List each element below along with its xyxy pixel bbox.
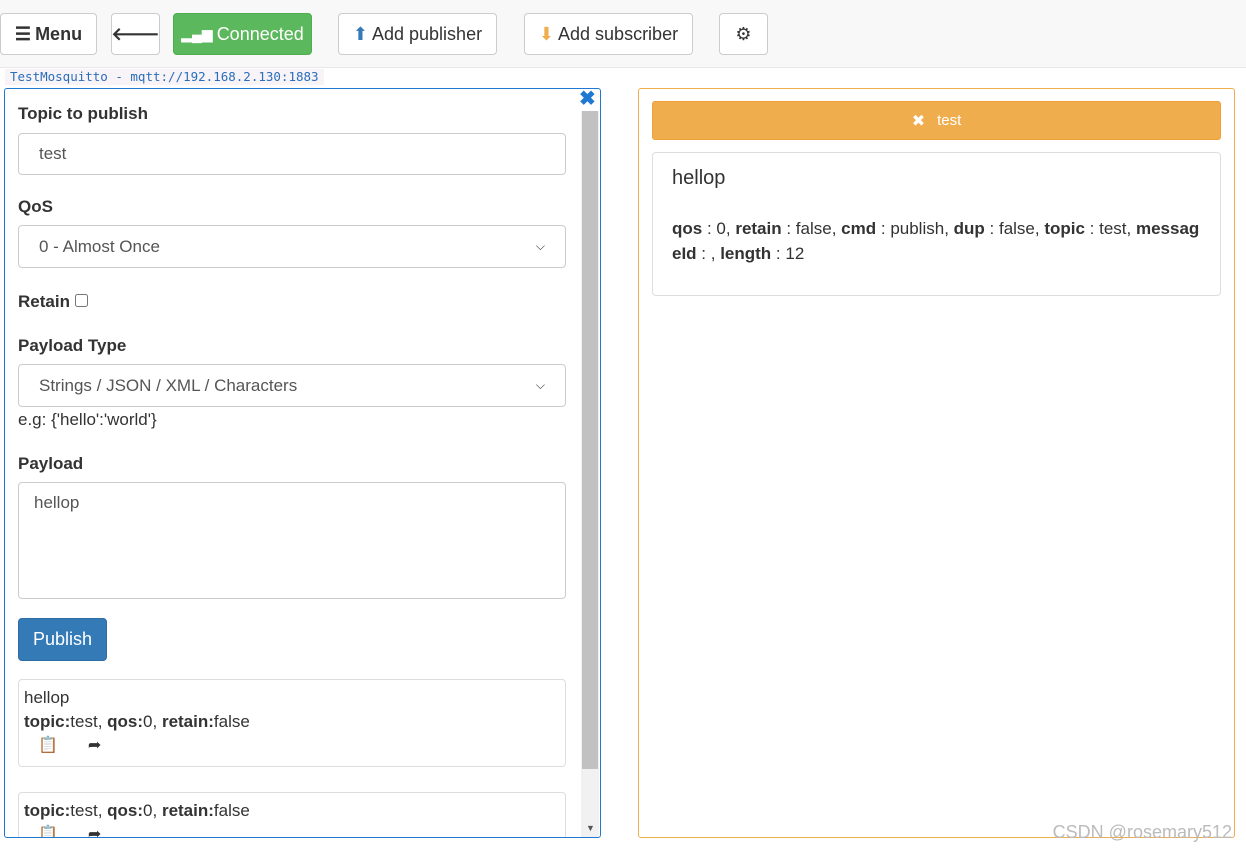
signal-icon: ▂▄▆ bbox=[181, 25, 213, 42]
back-button[interactable]: 🡐 bbox=[111, 13, 160, 55]
connected-button[interactable]: ▂▄▆ Connected bbox=[173, 13, 312, 55]
paste-icon[interactable]: 📋 bbox=[38, 823, 58, 837]
add-subscriber-button[interactable]: ⬇ Add subscriber bbox=[524, 13, 693, 55]
close-icon[interactable]: ✖ bbox=[912, 111, 925, 131]
payload-textarea[interactable]: hellop bbox=[18, 482, 566, 599]
payload-type-select[interactable]: Strings / JSON / XML / Characters ⌵ bbox=[18, 364, 566, 407]
add-publisher-button[interactable]: ⬆ Add publisher bbox=[338, 13, 497, 55]
qos-label: QoS bbox=[18, 197, 53, 216]
scrollbar[interactable]: ▼ bbox=[581, 111, 599, 837]
topic-label: Topic to publish bbox=[18, 104, 148, 123]
close-publisher-icon[interactable]: ✖ bbox=[579, 89, 596, 109]
connection-info: TestMosquitto - mqtt://192.168.2.130:188… bbox=[5, 69, 324, 85]
payload-example: e.g: {'hello':'world'} bbox=[18, 410, 157, 429]
gear-icon: ⚙ bbox=[735, 23, 752, 44]
watermark: CSDN @rosemary512 bbox=[1052, 822, 1232, 842]
qos-select[interactable]: 0 - Almost Once ⌵ bbox=[18, 225, 566, 268]
menu-button[interactable]: ☰ Menu bbox=[0, 13, 97, 55]
topic-input[interactable]: test bbox=[18, 133, 566, 175]
retain-checkbox[interactable] bbox=[74, 294, 88, 307]
arrow-left-icon: 🡐 bbox=[111, 23, 160, 44]
history-item: hellop topic:test, qos:0, retain:false 📋… bbox=[18, 679, 566, 767]
message-meta: qos : 0, retain : false, cmd : publish, … bbox=[672, 219, 1200, 263]
paste-icon[interactable]: 📋 bbox=[38, 734, 58, 758]
payload-type-label: Payload Type bbox=[18, 336, 127, 355]
hamburger-icon: ☰ bbox=[14, 23, 32, 44]
share-arrow-icon[interactable]: ➦ bbox=[88, 823, 101, 837]
arrow-up-circle-icon: ⬆ bbox=[352, 23, 368, 44]
chevron-down-icon: ⌵ bbox=[535, 239, 545, 253]
scroll-down-arrow[interactable]: ▼ bbox=[586, 823, 595, 833]
subscriber-topic-header[interactable]: ✖ test bbox=[652, 101, 1221, 140]
chevron-down-icon: ⌵ bbox=[535, 378, 545, 392]
scrollbar-thumb[interactable] bbox=[582, 111, 598, 769]
share-arrow-icon[interactable]: ➦ bbox=[88, 734, 101, 758]
retain-label: Retain bbox=[18, 292, 88, 312]
history-item: topic:test, qos:0, retain:false 📋 ➦ bbox=[18, 792, 566, 837]
subscriber-panel: ✖ test hellop qos : 0, retain : false, cm… bbox=[638, 88, 1235, 838]
toolbar: ☰ Menu 🡐 ▂▄▆ Connected ⬆ Add publisher ⬇ Add… bbox=[0, 0, 1246, 68]
payload-label: Payload bbox=[18, 454, 84, 473]
message-card: hellop qos : 0, retain : false, cmd : pu… bbox=[652, 152, 1221, 296]
arrow-down-circle-icon: ⬇ bbox=[538, 23, 555, 44]
publisher-panel: ✖ Topic to publish test QoS 0 - Almost O… bbox=[4, 88, 601, 838]
publish-button[interactable]: Publish bbox=[18, 618, 107, 661]
settings-button[interactable]: ⚙ bbox=[719, 13, 768, 55]
